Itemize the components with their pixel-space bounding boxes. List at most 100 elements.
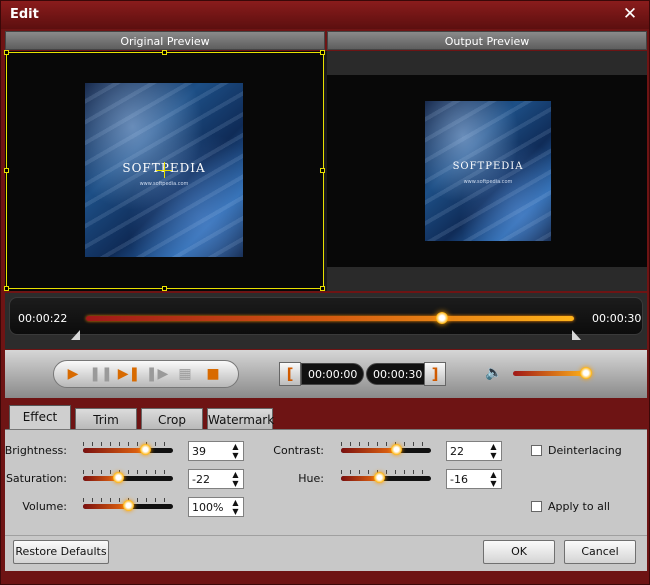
brightness-spinbox[interactable]: 39 ▲ ▼	[188, 441, 244, 461]
volume-thumb[interactable]	[580, 367, 592, 379]
output-video-area: SOFTPEDIA www.softpedia.com	[327, 75, 647, 267]
contrast-slider[interactable]	[341, 442, 431, 458]
crop-handle-top-left[interactable]	[4, 50, 9, 55]
ok-button[interactable]: OK	[483, 540, 555, 564]
contrast-label: Contrast:	[273, 444, 324, 457]
brightness-label: Brightness:	[4, 444, 67, 457]
volume-down-icon[interactable]: ▼	[230, 508, 241, 516]
volume-value: 100%	[192, 501, 224, 514]
contrast-ticks	[341, 442, 431, 446]
stop-icon[interactable]: ■	[202, 363, 224, 385]
brightness-slider[interactable]	[83, 442, 173, 458]
saturation-up-icon[interactable]: ▲	[230, 471, 241, 479]
saturation-label: Saturation:	[5, 472, 67, 485]
contrast-up-icon[interactable]: ▲	[488, 443, 499, 451]
output-preview: SOFTPEDIA www.softpedia.com	[327, 51, 647, 291]
hue-thumb[interactable]	[373, 472, 385, 483]
brightness-value: 39	[192, 445, 206, 458]
crop-handle-bottom-right[interactable]	[320, 286, 325, 291]
crop-handle-top-right[interactable]	[320, 50, 325, 55]
contrast-fill	[341, 448, 396, 453]
window-title: Edit	[10, 7, 39, 22]
preview-area: SOFTPEDIA www.softpedia.com SOFTPEDIA ww…	[4, 50, 647, 291]
original-preview-header: Original Preview	[5, 31, 325, 50]
trim-start-marker[interactable]	[71, 330, 80, 340]
timeline-track[interactable]	[86, 316, 574, 321]
pause-icon[interactable]: ❚❚	[89, 363, 112, 385]
step-icon[interactable]: ❚▶	[146, 363, 169, 385]
hue-label: Hue:	[298, 472, 324, 485]
close-icon[interactable]: ✕	[621, 5, 639, 23]
saturation-thumb[interactable]	[113, 472, 125, 483]
hue-value: -16	[450, 473, 468, 486]
volume-fill	[83, 504, 128, 509]
brightness-down-icon[interactable]: ▼	[230, 452, 241, 460]
volume-spinbox[interactable]: 100% ▲ ▼	[188, 497, 244, 517]
crop-handle-left[interactable]	[4, 168, 9, 173]
play-icon[interactable]: ▶	[62, 363, 84, 385]
hue-spinbox[interactable]: -16 ▲ ▼	[446, 469, 502, 489]
title-bar: Edit ✕	[1, 1, 649, 29]
saturation-down-icon[interactable]: ▼	[230, 480, 241, 488]
cancel-button[interactable]: Cancel	[564, 540, 636, 564]
volume-track[interactable]	[513, 371, 587, 376]
set-end-button[interactable]: ]	[424, 362, 446, 386]
restore-defaults-button[interactable]: Restore Defaults	[13, 540, 109, 564]
tab-trim[interactable]: Trim	[75, 408, 137, 431]
brightness-ticks	[83, 442, 173, 446]
dialog-footer: Restore Defaults OK Cancel	[5, 535, 647, 571]
next-frame-icon[interactable]: ▶❚	[118, 363, 141, 385]
timeline-bar: 00:00:22 00:00:30	[9, 297, 643, 335]
contrast-thumb[interactable]	[390, 444, 402, 455]
crop-handle-bottom[interactable]	[162, 286, 167, 291]
crop-handle-right[interactable]	[320, 168, 325, 173]
volume-slider-thumb[interactable]	[123, 500, 134, 511]
deinterlacing-label: Deinterlacing	[548, 444, 622, 457]
contrast-value: 22	[450, 445, 464, 458]
trim-end-marker[interactable]	[572, 330, 581, 340]
output-preview-header: Output Preview	[327, 31, 647, 50]
set-start-button[interactable]: [	[279, 362, 301, 386]
current-time: 00:00:22	[18, 312, 68, 325]
playhead-thumb[interactable]	[436, 312, 449, 324]
trim-end-time: 00:00:30	[366, 363, 430, 385]
output-url-text: www.softpedia.com	[463, 179, 513, 185]
tab-watermark[interactable]: Watermark	[207, 408, 274, 431]
hue-ticks	[341, 470, 431, 474]
hue-slider[interactable]	[341, 470, 431, 486]
tab-crop[interactable]: Crop	[141, 408, 203, 431]
speaker-icon[interactable]: 🔈	[485, 365, 503, 383]
contrast-spinbox[interactable]: 22 ▲ ▼	[446, 441, 502, 461]
saturation-slider[interactable]	[83, 470, 173, 486]
brightness-thumb[interactable]	[140, 444, 152, 455]
end-time: 00:00:30	[592, 312, 642, 325]
original-preview: SOFTPEDIA www.softpedia.com	[4, 50, 325, 291]
tab-effect[interactable]: Effect	[9, 405, 71, 431]
transport-buttons: ▶ ❚❚ ▶❚ ❚▶ ▦ ■	[53, 360, 239, 388]
contrast-down-icon[interactable]: ▼	[488, 452, 499, 460]
brightness-up-icon[interactable]: ▲	[230, 443, 241, 451]
edit-tabs: Effect Trim Crop Watermark	[5, 405, 647, 431]
volume-label: Volume:	[22, 500, 67, 513]
hue-down-icon[interactable]: ▼	[488, 480, 499, 488]
saturation-value: -22	[192, 473, 210, 486]
effect-panel: Brightness: 39 ▲ ▼ Saturation: -22 ▲ ▼ V…	[5, 429, 647, 535]
crop-handle-bottom-left[interactable]	[4, 286, 9, 291]
playback-controls: ▶ ❚❚ ▶❚ ❚▶ ▦ ■ [ 00:00:00 00:00:30 ] 🔈	[5, 350, 647, 398]
output-video-frame: SOFTPEDIA www.softpedia.com	[425, 101, 551, 241]
deinterlacing-checkbox[interactable]	[531, 445, 542, 456]
crop-handle-top[interactable]	[162, 50, 167, 55]
saturation-spinbox[interactable]: -22 ▲ ▼	[188, 469, 244, 489]
apply-to-all-label: Apply to all	[548, 500, 610, 513]
output-brand-text: SOFTPEDIA	[452, 161, 524, 172]
timeline: 00:00:22 00:00:30	[5, 293, 647, 349]
hue-up-icon[interactable]: ▲	[488, 471, 499, 479]
crop-center-crosshair-vertical	[164, 162, 165, 178]
trim-start-time: 00:00:00	[301, 363, 365, 385]
volume-slider[interactable]	[83, 498, 173, 514]
apply-to-all-checkbox[interactable]	[531, 501, 542, 512]
brightness-fill	[83, 448, 146, 453]
volume-up-icon[interactable]: ▲	[230, 499, 241, 507]
saturation-ticks	[83, 470, 173, 474]
snapshot-icon[interactable]: ▦	[174, 363, 196, 385]
